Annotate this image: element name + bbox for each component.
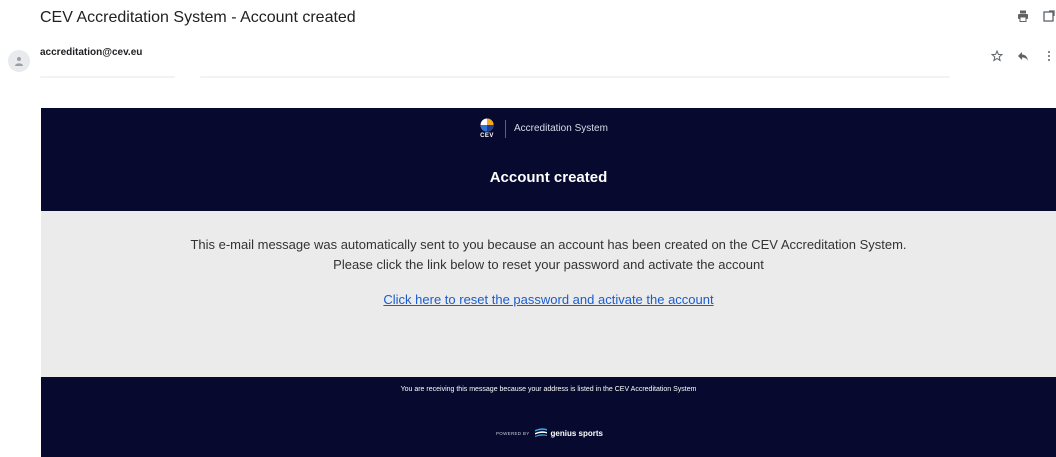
print-icon[interactable] xyxy=(1016,10,1030,24)
email-footer: You are receiving this message because y… xyxy=(41,377,1056,457)
brand-name: Accreditation System xyxy=(514,123,608,134)
cev-logo: CEV xyxy=(479,118,495,139)
email-header: CEV Accreditation System Account created xyxy=(41,108,1056,211)
genius-sports-logo-icon xyxy=(534,424,548,442)
footer-note: You are receiving this message because y… xyxy=(400,386,697,393)
reset-password-link-row: Click here to reset the password and act… xyxy=(41,292,1056,307)
star-icon[interactable] xyxy=(990,49,1004,64)
powered-by-label: POWERED BY xyxy=(496,430,530,436)
email-subject: CEV Accreditation System - Account creat… xyxy=(40,9,356,26)
brand-divider xyxy=(505,119,506,138)
divider xyxy=(200,76,950,78)
email-subject-bar: CEV Accreditation System - Account creat… xyxy=(0,0,1056,36)
email-message: CEV Accreditation System Account created… xyxy=(41,108,1056,457)
avatar xyxy=(8,50,30,72)
body-text: This e-mail message was automatically se… xyxy=(190,237,907,252)
reset-password-link[interactable]: Click here to reset the password and act… xyxy=(383,292,713,307)
powered-by: POWERED BY genius sports xyxy=(496,424,603,442)
reply-icon[interactable] xyxy=(1016,50,1030,64)
more-options-icon[interactable] xyxy=(1042,50,1056,64)
body-text: Please click the link below to reset you… xyxy=(333,257,764,272)
genius-sports-brand: genius sports xyxy=(550,428,603,438)
sender-address[interactable]: accreditation@cev.eu xyxy=(40,47,142,58)
brand: CEV Accreditation System xyxy=(479,118,608,139)
sender-row: accreditation@cev.eu xyxy=(0,42,1056,72)
email-body: This e-mail message was automatically se… xyxy=(41,211,1056,377)
divider xyxy=(40,76,175,78)
open-in-new-window-icon[interactable] xyxy=(1042,10,1056,24)
logo-caption: CEV xyxy=(480,133,494,139)
email-title: Account created xyxy=(489,169,608,186)
top-actions xyxy=(1016,10,1056,24)
message-actions xyxy=(990,49,1056,64)
